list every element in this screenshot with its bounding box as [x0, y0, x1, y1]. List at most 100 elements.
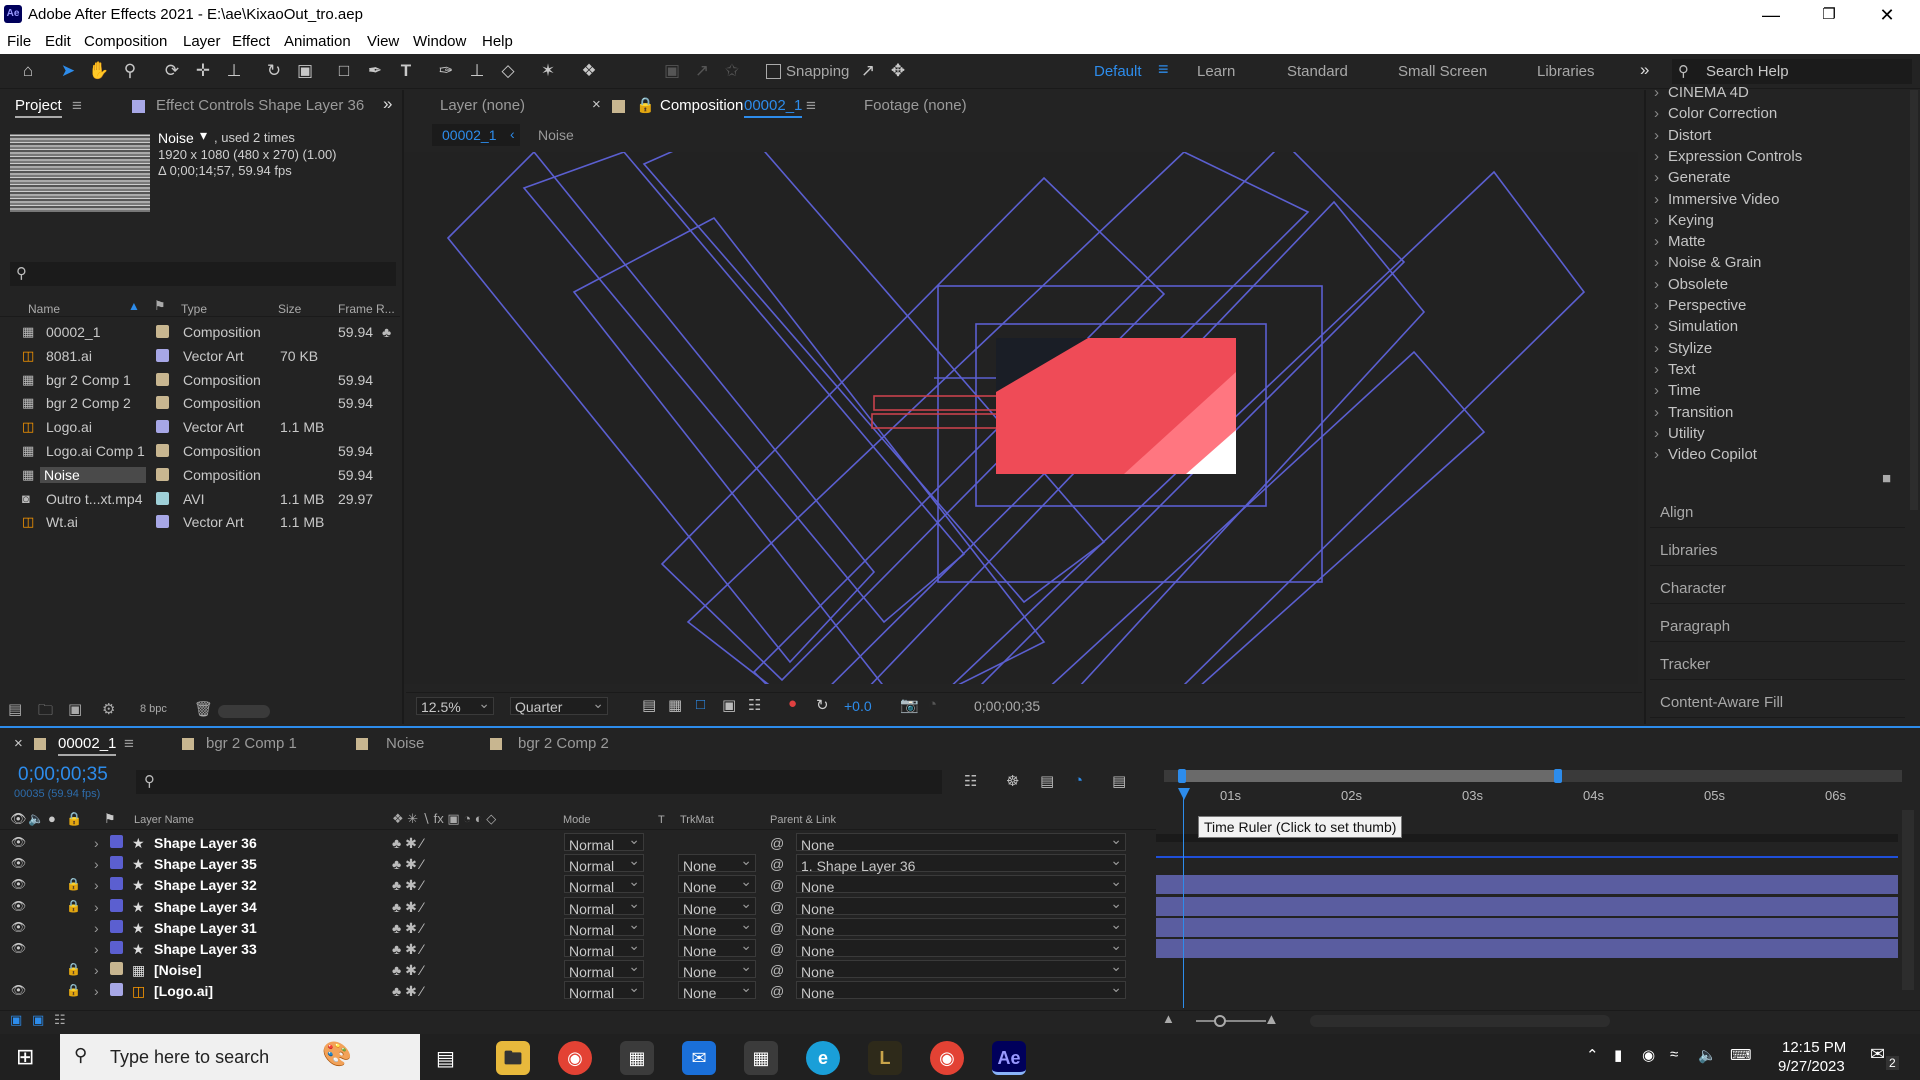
reset-exposure-icon[interactable]: ↻ [816, 696, 829, 714]
comp-flowchart-icon[interactable]: ☷ [964, 772, 977, 790]
menu-animation[interactable]: Animation [284, 33, 351, 50]
timeline-layer-row[interactable]: 👁 🔒 › ★ Shape Layer 34 ♣ ✱ ⁄ Normal None @ None [0, 895, 1160, 917]
resolution-dropdown[interactable]: Quarter [510, 695, 608, 715]
layer-label-color[interactable] [110, 962, 123, 976]
effect-category-item[interactable]: Utility [1654, 425, 1705, 442]
zoom-tool-icon[interactable]: ⚲ [118, 59, 142, 83]
switches-column-icons[interactable]: ❖ ✳ ∖ fx ▣ ◔ ◐ ◇ [392, 811, 496, 827]
solo-column-icon[interactable]: ● [48, 811, 56, 826]
current-time-indicator-head[interactable] [1178, 788, 1190, 800]
zoom-in-icon[interactable]: ▲ [1264, 1011, 1279, 1028]
tab-project[interactable]: Project [15, 97, 62, 118]
effect-category-item[interactable]: Immersive Video [1654, 191, 1779, 208]
timeline-layer-row[interactable]: 👁 › ★ Shape Layer 36 ♣ ✱ ⁄ Normal @ None [0, 831, 1160, 853]
bit-depth-label[interactable]: 8 bpc [140, 703, 167, 715]
column-trkmat[interactable]: TrkMat [680, 814, 714, 826]
interpret-footage-icon[interactable]: ▤ [8, 700, 22, 718]
motion-blur-icon[interactable]: ◔ [1074, 772, 1083, 789]
home-icon[interactable]: ⌂ [16, 59, 40, 83]
label-color-swatch[interactable] [156, 348, 169, 362]
effect-category-item[interactable]: Video Copilot [1654, 446, 1757, 463]
parent-link-dropdown[interactable]: 1. Shape Layer 36 [796, 852, 1126, 874]
label-color-swatch[interactable] [156, 444, 169, 457]
blend-mode-dropdown[interactable]: Normal [564, 873, 644, 895]
volume-icon[interactable]: 🔈 [1698, 1046, 1717, 1064]
type-tool-icon[interactable]: T [394, 59, 418, 83]
graph-editor-icon[interactable]: ▤ [1112, 772, 1126, 790]
expand-chevron-icon[interactable]: › [94, 920, 99, 936]
composition-canvas[interactable] [404, 152, 1638, 684]
new-composition-icon[interactable]: ▣ [68, 700, 82, 718]
snapping-options-icon[interactable]: ↗ [856, 59, 880, 83]
tab-composition[interactable]: Composition [660, 97, 743, 114]
side-panel-character[interactable]: Character [1650, 568, 1905, 604]
tab-footage[interactable]: Footage (none) [864, 97, 967, 114]
blend-mode-dropdown[interactable]: Normal [564, 895, 644, 917]
label-column-icon[interactable]: ⚑ [104, 811, 116, 827]
project-item-row[interactable]: ▦ Noise Composition 59.94 [0, 463, 400, 487]
tab-layer[interactable]: Layer (none) [440, 97, 525, 114]
menu-layer[interactable]: Layer [183, 33, 221, 50]
project-item-row[interactable]: ◫ Wt.ai Vector Art 1.1 MB [0, 510, 400, 534]
show-snapshot-icon[interactable]: ◔ [928, 696, 937, 713]
project-item-row[interactable]: ◙ Outro t...xt.mp4 AVI 1.1 MB 29.97 [0, 487, 400, 511]
layer-duration-bar[interactable] [1156, 875, 1898, 895]
project-item-row[interactable]: ▦ Logo.ai Comp 1 Composition 59.94 [0, 439, 400, 463]
layer-label-color[interactable] [110, 835, 123, 848]
label-color-swatch[interactable] [156, 396, 169, 410]
chrome-profile-icon[interactable]: ◉ [930, 1041, 964, 1075]
microsoft-teams-icon[interactable]: ▦ [620, 1041, 654, 1075]
effect-category-item[interactable]: Time [1654, 382, 1701, 399]
timeline-menu-icon[interactable]: ≡ [124, 734, 134, 754]
layer-switches-icons[interactable]: ♣ ✱ ⁄ [392, 899, 423, 916]
guides-icon[interactable]: ☷ [748, 696, 761, 714]
column-frame-rate[interactable]: Frame R... [338, 302, 395, 316]
battery-icon[interactable]: ▮ [1614, 1046, 1622, 1064]
layer-label-color[interactable] [110, 919, 123, 933]
rotation-tool-icon[interactable]: ↻ [262, 59, 286, 83]
pick-whip-icon[interactable]: @ [770, 941, 784, 957]
minimize-icon[interactable]: — [1742, 2, 1800, 28]
workspace-menu-icon[interactable]: ≡ [1158, 59, 1169, 80]
visibility-column-icon[interactable]: 👁 [10, 811, 27, 827]
workspace-default[interactable]: Default [1094, 63, 1142, 80]
parent-link-dropdown[interactable]: None [796, 958, 1126, 980]
draft-3d-icon[interactable]: ☸ [1006, 772, 1019, 790]
clone-stamp-icon[interactable]: ⊥ [465, 59, 489, 83]
start-windows-icon[interactable]: ⊞ [16, 1044, 34, 1070]
expand-chevron-icon[interactable]: › [94, 983, 99, 999]
parent-link-dropdown[interactable]: None [796, 873, 1126, 895]
blend-mode-dropdown[interactable]: Normal [564, 852, 644, 874]
timeline-current-time[interactable]: 0;00;00;35 [18, 764, 108, 786]
parent-link-dropdown[interactable]: None [796, 895, 1126, 917]
timeline-zoom-slider[interactable] [1196, 1020, 1266, 1022]
in-out-toggle-icon[interactable]: ☷ [54, 1012, 66, 1028]
column-size[interactable]: Size [278, 302, 301, 316]
work-area-bar[interactable] [1182, 770, 1558, 782]
show-hidden-icons-icon[interactable]: ⌃ [1586, 1046, 1599, 1064]
workspace-libraries[interactable]: Libraries [1537, 63, 1595, 80]
label-color-swatch[interactable] [156, 420, 169, 434]
parent-link-dropdown[interactable]: None [796, 831, 1126, 853]
menu-window[interactable]: Window [413, 33, 466, 50]
expand-chevron-icon[interactable]: › [94, 962, 99, 978]
effect-category-item[interactable]: Distort [1654, 127, 1711, 144]
tab-composition-name[interactable]: 00002_1 [744, 97, 803, 118]
expand-chevron-icon[interactable]: › [94, 941, 99, 957]
layer-switches-icons[interactable]: ♣ ✱ ⁄ [392, 877, 423, 894]
timeline-layer-row[interactable]: 🔒 › ▦ [Noise] ♣ ✱ ⁄ Normal None @ None [0, 958, 1160, 980]
work-area-start-handle[interactable] [1178, 769, 1186, 783]
project-item-row[interactable]: ▦ 00002_1 Composition 59.94 ♣ [0, 320, 400, 344]
project-settings-icon[interactable]: ⚙ [102, 700, 115, 718]
expand-chevron-icon[interactable]: › [94, 835, 99, 851]
effect-category-item[interactable]: Expression Controls [1654, 148, 1802, 165]
pick-whip-icon[interactable]: @ [770, 920, 784, 936]
current-time-display[interactable]: 0;00;00;35 [974, 698, 1040, 714]
track-matte-dropdown[interactable]: None [678, 979, 756, 1001]
layer-lock-icon[interactable]: 🔒 [66, 962, 81, 976]
layer-switches-icons[interactable]: ♣ ✱ ⁄ [392, 962, 423, 979]
snap-edges-icon[interactable]: ✥ [886, 59, 910, 83]
layer-lock-icon[interactable]: 🔒 [66, 899, 81, 913]
visibility-eye-icon[interactable]: 👁 [11, 856, 26, 870]
timeline-layer-row[interactable]: 👁 🔒 › ◫ [Logo.ai] ♣ ✱ ⁄ Normal None @ None [0, 979, 1160, 1001]
